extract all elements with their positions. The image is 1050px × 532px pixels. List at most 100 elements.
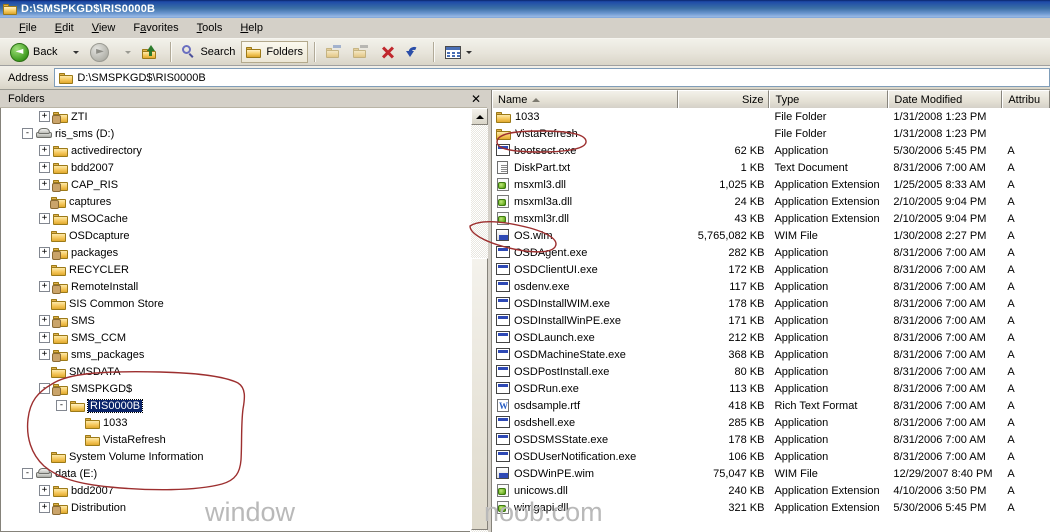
tree-collapse-icon[interactable]: - [39,383,50,394]
tree-item-smspkgd[interactable]: - SMSPKGD$ [1,380,470,397]
menu-favorites[interactable]: Favorites [124,20,187,36]
tree-item-sms-ccm[interactable]: + SMS_CCM [1,329,470,346]
tree-collapse-icon[interactable]: - [22,468,33,479]
views-button[interactable] [440,41,477,63]
tree-expand-icon[interactable]: + [39,162,50,173]
column-header-size[interactable]: Size [678,90,770,108]
tree-item-1033[interactable]: 1033 [1,414,470,431]
column-header-name[interactable]: Name [492,90,679,108]
scrollbar-thumb[interactable] [471,258,488,530]
tree-item-remoteinstall[interactable]: + RemoteInstall [1,278,470,295]
file-list-row[interactable]: 1033 File Folder 1/31/2008 1:23 PM [492,108,1050,125]
back-dropdown-button[interactable] [63,41,84,63]
tree-expand-icon[interactable]: + [39,281,50,292]
tree-item-captures[interactable]: captures [1,193,470,210]
address-bar: Address D:\SMSPKGD$\RIS0000B [0,66,1050,90]
column-header-date-modified[interactable]: Date Modified [888,90,1003,108]
tree-item-ris-sms-d[interactable]: - ris_sms (D:) [1,125,470,142]
undo-button[interactable] [401,41,427,63]
back-button[interactable]: ◄ Back [5,41,62,63]
file-list-row[interactable]: OSDPostInstall.exe 80 KB Application 8/31/2… [492,363,1050,380]
column-header-type[interactable]: Type [769,90,889,108]
tree-item-activedirectory[interactable]: + activedirectory [1,142,470,159]
tree-item-zti[interactable]: + ZTI [1,108,470,125]
menu-edit[interactable]: Edit [46,20,83,36]
tree-item-msocache[interactable]: + MSOCache [1,210,470,227]
file-list-row[interactable]: OSDWinPE.wim 75,047 KB WIM File 12/29/2007 … [492,465,1050,482]
tree-expand-icon[interactable]: + [39,315,50,326]
file-date-cell: 8/31/2006 7:00 AM [893,263,986,276]
menu-tools[interactable]: Tools [188,20,232,36]
file-list-row[interactable]: OSDAgent.exe 282 KB Application 8/31/2006 7… [492,244,1050,261]
tree-item-system-volume-information[interactable]: System Volume Information [1,448,470,465]
up-button[interactable] [137,41,164,63]
file-list-row[interactable]: msxml3r.dll 43 KB Application Extension 2/1… [492,210,1050,227]
file-list-row[interactable]: OSDClientUI.exe 172 KB Application 8/31/200… [492,261,1050,278]
file-list-row[interactable]: OSDRun.exe 113 KB Application 8/31/2006 7:0… [492,380,1050,397]
file-list-row[interactable]: osdenv.exe 117 KB Application 8/31/2006 7:0… [492,278,1050,295]
forward-dropdown-button[interactable] [115,41,136,63]
file-list-row[interactable]: msxml3a.dll 24 KB Application Extension 2/1… [492,193,1050,210]
tree-expand-icon[interactable]: + [39,145,50,156]
file-attr-cell: A [1007,144,1015,157]
file-name: OSDInstallWinPE.exe [514,314,621,327]
tree-collapse-icon[interactable]: - [56,400,67,411]
file-list-row[interactable]: OSDInstallWIM.exe 178 KB Application 8/31/2… [492,295,1050,312]
file-list-row[interactable]: OSDSMSState.exe 178 KB Application 8/31/200… [492,431,1050,448]
folder-tree[interactable]: + ZTI - ris_sms (D:) + activedirectory + bdd200… [0,108,470,532]
file-name: OSDAgent.exe [514,246,588,259]
file-type-cell: Application [774,348,829,361]
tree-item-bdd2007[interactable]: + bdd2007 [1,159,470,176]
column-header-label: Name [498,93,528,106]
tree-collapse-icon[interactable]: - [22,128,33,139]
tree-expand-icon[interactable]: + [39,485,50,496]
menu-file[interactable]: File [10,20,46,36]
forward-button[interactable]: ► [85,41,114,63]
tree-item-sis-common-store[interactable]: SIS Common Store [1,295,470,312]
tree-item-vistarefresh[interactable]: VistaRefresh [1,431,470,448]
file-list-row[interactable]: OSDLaunch.exe 212 KB Application 8/31/2006 … [492,329,1050,346]
address-input[interactable]: D:\SMSPKGD$\RIS0000B [54,68,1050,87]
scroll-up-button[interactable] [471,108,488,125]
tree-item-sms-packages[interactable]: + sms_packages [1,346,470,363]
file-list-row[interactable]: OSDUserNotification.exe 106 KB Application… [492,448,1050,465]
tree-item-sms[interactable]: + SMS [1,312,470,329]
search-button[interactable]: Search [177,41,240,63]
tree-expand-icon[interactable]: + [39,349,50,360]
tree-item-data-e[interactable]: - data (E:) [1,465,470,482]
tree-expand-icon[interactable]: + [39,247,50,258]
tree-expand-icon[interactable]: + [39,179,50,190]
copy-to-button[interactable] [348,41,374,63]
file-list-row[interactable]: OS.wim 5,765,082 KB WIM File 1/30/2008 2:27… [492,227,1050,244]
file-list-row[interactable]: osdsample.rtf 418 KB Rich Text Format 8/31/… [492,397,1050,414]
file-date-cell: 8/31/2006 7:00 AM [893,433,986,446]
file-list-row[interactable]: OSDMachineState.exe 368 KB Application 8/31… [492,346,1050,363]
file-list-row[interactable]: DiskPart.txt 1 KB Text Document 8/31/2006 7… [492,159,1050,176]
tree-item-smsdata[interactable]: SMSDATA [1,363,470,380]
file-list-row[interactable]: osdshell.exe 285 KB Application 8/31/2006 7… [492,414,1050,431]
file-list-row[interactable]: msxml3.dll 1,025 KB Application Extension 1… [492,176,1050,193]
close-icon[interactable]: ✕ [471,93,481,105]
delete-button[interactable] [375,41,400,63]
menu-help[interactable]: Help [231,20,272,36]
column-header-attribu[interactable]: Attribu [1002,90,1050,108]
folders-button[interactable]: Folders [241,41,309,63]
tree-item-packages[interactable]: + packages [1,244,470,261]
tree-item-osdcapture[interactable]: OSDcapture [1,227,470,244]
file-list[interactable]: 1033 File Folder 1/31/2008 1:23 PM VistaRef… [492,108,1050,532]
folder-tree-scrollbar[interactable] [470,108,488,532]
file-list-row[interactable]: bootsect.exe 62 KB Application 5/30/2006 5:… [492,142,1050,159]
tree-item-recycler[interactable]: RECYCLER [1,261,470,278]
file-list-row[interactable]: VistaRefresh File Folder 1/31/2008 1:23 PM [492,125,1050,142]
tree-expand-icon[interactable]: + [39,502,50,513]
file-type-cell: Application [774,365,829,378]
tree-expand-icon[interactable]: + [39,213,50,224]
file-list-row[interactable]: OSDInstallWinPE.exe 171 KB Application 8/31… [492,312,1050,329]
tree-expand-icon[interactable]: + [39,111,50,122]
tree-item-ris0000b[interactable]: - RIS0000B [1,397,470,414]
menu-view[interactable]: View [83,20,125,36]
tree-item-cap-ris[interactable]: + CAP_RIS [1,176,470,193]
move-to-button[interactable] [321,41,347,63]
tree-expand-icon[interactable]: + [39,332,50,343]
